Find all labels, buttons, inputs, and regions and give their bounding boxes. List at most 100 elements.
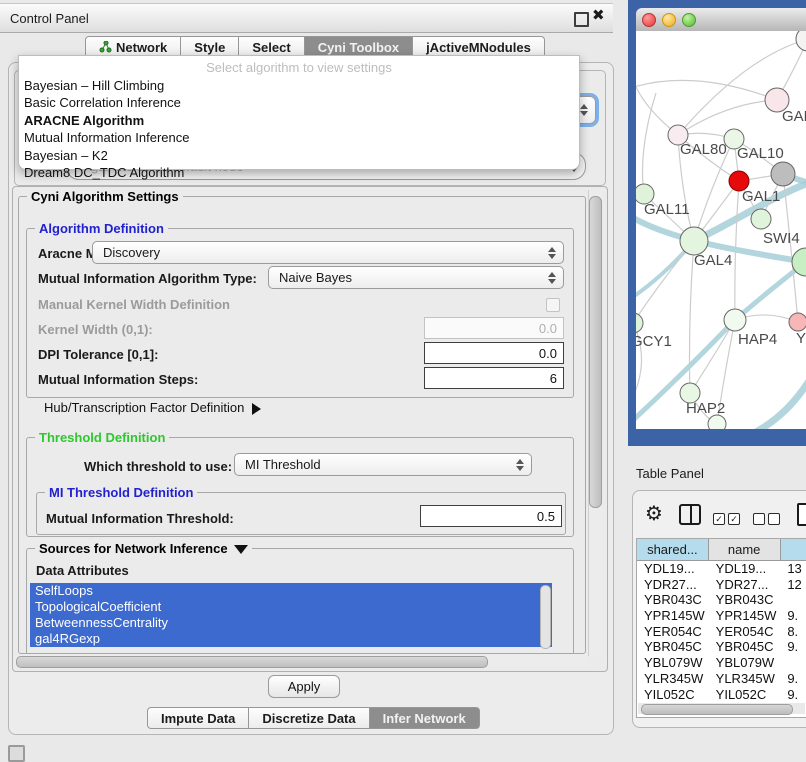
attribute-list-scrollbar[interactable] [540,585,551,649]
table-cell: 12 [780,577,806,593]
table-cell: YBL079W [637,655,709,671]
column-header-shared[interactable]: shared... [637,539,709,560]
deselect-all-columns-icon[interactable] [753,509,780,527]
tab-infer-network[interactable]: Infer Network [370,707,480,729]
algorithm-option-basic-correlation-inference[interactable]: Basic Correlation Inference [24,95,579,110]
settings-horizontal-scrollbar-thumb[interactable] [16,656,488,668]
network-window-titlebar[interactable] [636,8,806,32]
table-row[interactable]: YBL079WYBL079W [637,655,806,671]
network-node-swi4[interactable] [751,209,771,229]
network-node-label: Y [796,330,806,347]
network-node-hap4[interactable] [724,309,746,331]
tab-impute-data[interactable]: Impute Data [147,707,249,729]
export-table-icon[interactable] [797,503,806,526]
window-close-icon[interactable] [642,13,656,27]
table-row[interactable]: YPR145WYPR145W9. [637,608,806,624]
table-row[interactable]: YBR045CYBR045C9. [637,639,806,655]
application-window: Control Panel ✖ galFiltered.sif default … [0,0,806,762]
bottom-tabbar: Impute DataDiscretize DataInfer Network [147,707,480,729]
table-cell: YIL052C [637,687,709,703]
table-header-row[interactable]: shared...name [637,539,806,561]
network-canvas[interactable]: GAL7GAL80GAL10GAL1SWI4GAL11GAL4GCY1HAP4Y… [636,31,806,429]
which-threshold-label: Which threshold to use: [84,459,232,474]
node-table[interactable]: shared...name YDL19...YDL19...13YDR27...… [636,538,806,718]
which-threshold-combobox[interactable]: MI Threshold [234,453,532,476]
tab-discretize-data[interactable]: Discretize Data [249,707,369,729]
split-table-icon[interactable] [679,504,701,525]
network-edge[interactable] [678,100,777,135]
aracne-mode-combobox[interactable]: Discovery [92,241,564,264]
float-panel-icon[interactable] [574,12,589,27]
network-node[interactable] [708,415,726,429]
expand-right-icon [252,403,261,415]
algorithm-option-bayesian-hill-climbing[interactable]: Bayesian – Hill Climbing [24,78,579,93]
settings-vertical-scrollbar-thumb[interactable] [589,196,602,508]
network-node-y[interactable] [789,313,806,331]
sources-group-title[interactable]: Sources for Network Inference [35,541,252,556]
gear-icon[interactable]: ⚙ [645,504,663,524]
table-row[interactable]: YDR27...YDR27...12 [637,577,806,593]
attribute-item-topologicalcoefficient[interactable]: TopologicalCoefficient [30,599,552,615]
algorithm-option-mutual-information-inference[interactable]: Mutual Information Inference [24,130,579,145]
dpi-tolerance-field[interactable]: 0.0 [424,342,564,364]
table-cell: YPR145W [637,608,709,624]
network-edge[interactable] [783,174,798,322]
algorithm-option-bayesian-k2[interactable]: Bayesian – K2 [24,148,579,163]
mi-steps-label: Mutual Information Steps: [38,372,198,387]
network-node-label: HAP2 [686,400,725,417]
table-cell: YDL19... [637,561,709,577]
mi-threshold-group-title: MI Threshold Definition [45,485,197,500]
attribute-item-selfloops[interactable]: SelfLoops [30,583,552,599]
table-row[interactable]: YBR043CYBR043C [637,592,806,608]
table-cell: YER054C [637,624,709,640]
apply-button[interactable]: Apply [268,675,340,698]
algorithm-option-dream8-dc-tdc-algorithm[interactable]: Dream8 DC_TDC Algorithm [24,165,579,180]
mi-algorithm-type-label: Mutual Information Algorithm Type: [38,271,257,286]
network-node-label: GAL11 [644,201,690,218]
kernel-width-field[interactable]: 0.0 [424,317,564,339]
network-node[interactable] [796,31,806,51]
data-attributes-list[interactable]: SelfLoopsTopologicalCoefficientBetweenne… [30,583,552,654]
algorithm-option-aracne-algorithm[interactable]: ARACNE Algorithm [24,113,579,128]
network-node-gcy1[interactable] [636,313,643,333]
threshold-definition-title: Threshold Definition [35,430,169,445]
mi-steps-field[interactable]: 6 [424,367,564,389]
table-row[interactable]: YIL052CYIL052C9. [637,687,806,703]
column-header-name[interactable]: name [709,539,781,560]
table-cell: 9. [780,639,806,655]
attribute-item-gal4rgexp[interactable]: gal4RGexp [30,631,552,647]
hub-tf-definition-toggle[interactable]: Hub/Transcription Factor Definition [44,400,261,415]
table-cell: 9. [780,608,806,624]
table-cell: YBR045C [709,639,781,655]
table-cell: YDR27... [709,577,781,593]
mi-threshold-label: Mutual Information Threshold: [46,511,234,526]
table-cell [780,592,806,608]
network-node-gal4[interactable] [680,227,708,255]
window-zoom-icon[interactable] [682,13,696,27]
table-horizontal-scrollbar[interactable] [638,703,805,714]
network-node[interactable] [771,162,795,186]
algorithm-definition-title: Algorithm Definition [35,221,168,236]
close-panel-icon[interactable]: ✖ [592,6,605,24]
manual-kernel-width-checkbox[interactable] [546,298,560,312]
table-row[interactable]: YDL19...YDL19...13 [637,561,806,577]
column-header-extra[interactable] [781,539,806,560]
cyni-algorithm-settings-title: Cyni Algorithm Settings [27,189,183,204]
control-panel-titlebar: Control Panel [0,3,613,33]
table-row[interactable]: YLR345WYLR345W9. [637,671,806,687]
network-edge[interactable] [754,369,806,429]
table-row[interactable]: YER054CYER054C8. [637,624,806,640]
network-edge[interactable] [636,80,777,100]
combo-stepper-icon [516,459,524,471]
mi-algorithm-type-combobox[interactable]: Naive Bayes [268,266,564,289]
mi-threshold-field[interactable]: 0.5 [420,505,562,527]
mi-algorithm-type-value: Naive Bayes [279,270,352,285]
attribute-item-betweennesscentrality[interactable]: BetweennessCentrality [30,615,552,631]
algorithm-dropdown-popup: Select algorithm to view settings Bayesi… [18,55,580,170]
docked-panel-icon[interactable] [8,745,25,762]
select-all-columns-icon[interactable]: ✓✓ [713,509,740,527]
window-minimize-icon[interactable] [662,13,676,27]
table-horizontal-scrollbar-thumb[interactable] [641,704,793,715]
network-graph[interactable]: GAL7GAL80GAL10GAL1SWI4GAL11GAL4GCY1HAP4Y… [636,31,806,429]
combo-stepper-icon [548,272,556,284]
